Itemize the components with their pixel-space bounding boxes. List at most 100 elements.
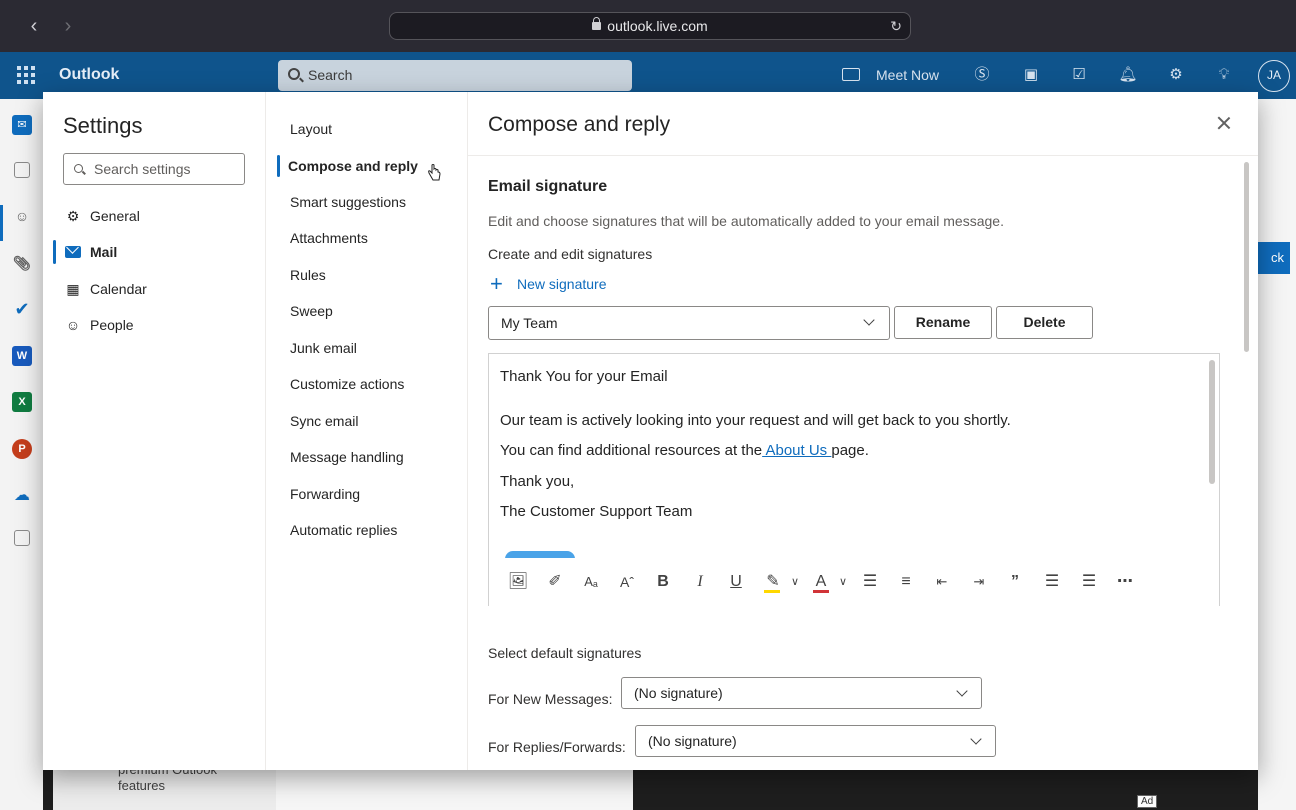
office-icon[interactable]: ▣ xyxy=(1021,65,1041,85)
new-messages-signature-select[interactable]: (No signature) xyxy=(621,677,982,709)
replies-forwards-value: (No signature) xyxy=(648,733,737,749)
pane-title: Compose and reply xyxy=(488,113,671,136)
subcategory-rules[interactable]: Rules xyxy=(290,265,326,285)
pane-scrollbar[interactable] xyxy=(1244,162,1249,352)
subcategory-automatic-replies[interactable]: Automatic replies xyxy=(290,520,397,540)
outdent-icon[interactable]: ⇤ xyxy=(930,570,954,594)
subcategory-attachments[interactable]: Attachments xyxy=(290,228,368,248)
replies-forwards-signature-select[interactable]: (No signature) xyxy=(635,725,996,757)
numbering-icon[interactable]: ≡ xyxy=(894,570,918,594)
mail-subcategories: Layout Compose and reply Smart suggestio… xyxy=(265,92,468,770)
settings-search-placeholder: Search settings xyxy=(94,161,191,177)
paperclip-icon[interactable]: 📎︎ xyxy=(12,253,32,273)
chevron-down-icon xyxy=(863,314,875,326)
gear-icon[interactable]: ⚙ xyxy=(1166,65,1186,85)
signature-line-3: You can find additional resources at the… xyxy=(500,442,869,459)
ad-badge: Ad xyxy=(1137,795,1158,808)
forward-icon[interactable]: › xyxy=(56,14,80,38)
settings-search-input[interactable]: Search settings xyxy=(63,153,245,185)
reload-icon[interactable]: ↻ xyxy=(890,13,902,39)
category-label: Calendar xyxy=(90,281,147,297)
subcategory-smart-suggestions[interactable]: Smart suggestions xyxy=(290,192,406,212)
quote-icon[interactable]: ” xyxy=(1003,570,1027,594)
subcategory-active-indicator xyxy=(277,155,280,177)
mail-icon[interactable]: ✉ xyxy=(12,115,32,135)
more-icon[interactable]: ⋯ xyxy=(1113,570,1137,594)
bold-icon[interactable]: B xyxy=(651,570,675,594)
subcategory-junk-email[interactable]: Junk email xyxy=(290,338,357,358)
signature-line-2: Our team is actively looking into your r… xyxy=(500,412,1011,429)
mail-search-box[interactable]: Search xyxy=(278,60,632,91)
compose-reply-pane: Compose and reply Email signature Edit a… xyxy=(468,92,1258,770)
new-signature-label: New signature xyxy=(517,276,607,292)
close-icon[interactable] xyxy=(1215,114,1233,132)
subcategory-message-handling[interactable]: Message handling xyxy=(290,447,404,467)
replies-forwards-label: For Replies/Forwards: xyxy=(488,739,626,755)
align-left-icon[interactable]: ☰ xyxy=(1040,570,1064,594)
editor-scrollbar[interactable] xyxy=(1208,358,1216,554)
powerpoint-icon[interactable]: P xyxy=(12,439,32,459)
avatar[interactable]: JA xyxy=(1258,60,1290,92)
skype-icon[interactable]: Ⓢ xyxy=(972,65,992,85)
align-center-icon[interactable]: ☰ xyxy=(1077,570,1101,594)
font-color-icon[interactable]: A xyxy=(809,570,833,594)
browser-toolbar: ‹ › outlook.live.com ↻ xyxy=(0,0,1296,52)
bullets-icon[interactable]: ☰ xyxy=(858,570,882,594)
meet-now-button[interactable]: Meet Now xyxy=(876,67,939,83)
format-painter-icon[interactable]: ✐ xyxy=(543,570,567,594)
rail-active-indicator xyxy=(0,205,3,241)
subcategory-layout[interactable]: Layout xyxy=(290,119,332,139)
todo-icon[interactable]: ✔ xyxy=(12,299,32,319)
editor-scrollbar-thumb[interactable] xyxy=(1209,360,1215,484)
email-signature-heading: Email signature xyxy=(488,178,608,195)
chevron-down-icon[interactable]: ∨ xyxy=(783,570,807,594)
people-icon[interactable]: ☺ xyxy=(12,206,32,226)
category-label: People xyxy=(90,317,134,333)
word-icon[interactable]: W xyxy=(12,346,32,366)
background-reading-pane xyxy=(1258,99,1296,810)
format-toolbar: 🖼︎ ✐ Aₐ Aˆ B I U ✎ ∨ A ∨ ☰ ≡ ⇤ ⇥ ” ☰ ☰ ⋯ xyxy=(489,558,1219,606)
delete-button[interactable]: Delete xyxy=(996,306,1093,339)
category-calendar[interactable]: ▦ Calendar xyxy=(63,277,147,301)
signature-line-3-end: page. xyxy=(831,442,869,459)
signature-select[interactable]: My Team xyxy=(488,306,890,340)
category-general[interactable]: ⚙ General xyxy=(63,204,140,228)
video-camera-icon[interactable] xyxy=(842,68,860,81)
address-bar[interactable]: outlook.live.com ↻ xyxy=(389,12,911,40)
lightbulb-icon[interactable]: 💡︎ xyxy=(1214,65,1234,85)
bell-icon[interactable]: 🔔︎ xyxy=(1118,65,1138,85)
more-apps-icon[interactable] xyxy=(14,530,30,546)
gear-icon: ⚙ xyxy=(66,208,80,224)
app-name[interactable]: Outlook xyxy=(59,66,119,84)
subcategory-sync-email[interactable]: Sync email xyxy=(290,411,358,431)
subcategory-compose-and-reply[interactable]: Compose and reply xyxy=(288,156,418,176)
category-active-indicator xyxy=(53,240,56,264)
subcategory-forwarding[interactable]: Forwarding xyxy=(290,484,360,504)
back-icon[interactable]: ‹ xyxy=(22,14,46,38)
font-grow-icon[interactable]: Aˆ xyxy=(615,570,639,594)
rename-button[interactable]: Rename xyxy=(894,306,992,339)
signature-editor[interactable]: Thank You for your Email Our team is act… xyxy=(488,353,1220,606)
category-people[interactable]: ☺ People xyxy=(63,313,134,337)
app-launcher-icon[interactable] xyxy=(17,66,35,84)
new-signature-button[interactable]: + New signature xyxy=(490,273,607,295)
category-mail[interactable]: Mail xyxy=(63,240,117,264)
subcategory-customize-actions[interactable]: Customize actions xyxy=(290,374,404,394)
calendar-icon[interactable] xyxy=(14,162,30,178)
category-label: Mail xyxy=(90,244,118,260)
chevron-down-icon[interactable]: ∨ xyxy=(831,570,855,594)
signature-line-4: Thank you, xyxy=(500,473,575,490)
italic-icon[interactable]: I xyxy=(688,570,712,594)
my-day-icon[interactable]: ☑ xyxy=(1069,65,1089,85)
onedrive-icon[interactable]: ☁ xyxy=(12,486,32,506)
highlight-icon[interactable]: ✎ xyxy=(761,570,785,594)
underline-icon[interactable]: U xyxy=(724,570,748,594)
settings-dialog: Settings Search settings ⚙ General Mail … xyxy=(43,92,1258,770)
about-us-link[interactable]: About Us xyxy=(762,442,831,459)
pointer-hand-icon xyxy=(428,164,441,181)
subcategory-sweep[interactable]: Sweep xyxy=(290,301,333,321)
excel-icon[interactable]: X xyxy=(12,392,32,412)
font-size-icon[interactable]: Aₐ xyxy=(579,570,603,594)
image-icon[interactable]: 🖼︎ xyxy=(506,570,530,594)
indent-icon[interactable]: ⇥ xyxy=(967,570,991,594)
